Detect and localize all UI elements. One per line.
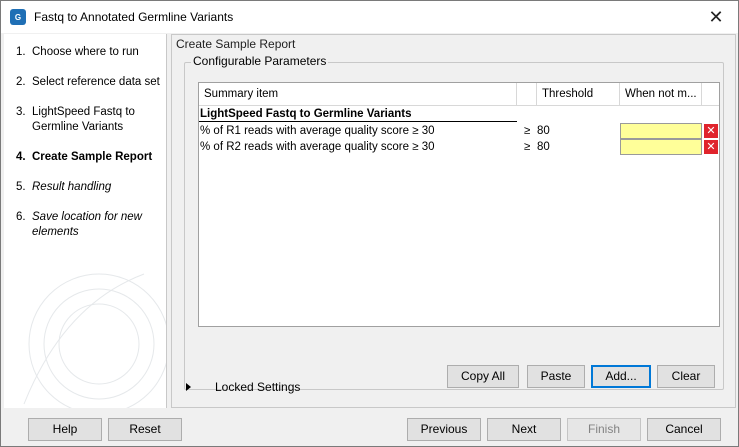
operator-cell: ≥: [524, 125, 531, 137]
operator-cell: ≥: [524, 141, 531, 153]
summary-item-cell: % of R1 reads with average quality score…: [200, 125, 435, 137]
step-lightspeed: 3. LightSpeed Fastq to Germline Variants: [16, 106, 135, 133]
when-not-met-field[interactable]: [620, 123, 702, 139]
finish-button: Finish: [567, 418, 641, 441]
previous-button[interactable]: Previous: [407, 418, 481, 441]
delete-row-icon[interactable]: ✕: [704, 140, 718, 154]
table-header: Summary item Threshold When not m...: [199, 83, 719, 106]
clear-button[interactable]: Clear: [657, 365, 715, 388]
dialog-window: G Fastq to Annotated Germline Variants ✕…: [0, 0, 739, 447]
column-header-threshold[interactable]: Threshold: [537, 83, 620, 106]
summary-items-table: Summary item Threshold When not m... Lig…: [198, 82, 720, 327]
table-row[interactable]: % of R2 reads with average quality score…: [199, 139, 719, 155]
summary-item-cell: % of R2 reads with average quality score…: [200, 141, 435, 153]
next-button[interactable]: Next: [487, 418, 561, 441]
step-choose-where-to-run: 1. Choose where to run: [16, 46, 139, 58]
app-icon: G: [10, 9, 26, 25]
step-result-handling: 5. Result handling: [16, 181, 112, 193]
help-button[interactable]: Help: [28, 418, 102, 441]
cancel-button[interactable]: Cancel: [647, 418, 721, 441]
delete-row-icon[interactable]: ✕: [704, 124, 718, 138]
step-save-location: 6. Save location for new elements: [16, 211, 142, 238]
paste-button[interactable]: Paste: [527, 365, 585, 388]
when-not-met-field[interactable]: [620, 139, 702, 155]
title-bar: G Fastq to Annotated Germline Variants ✕: [1, 1, 738, 33]
column-header-when-not-met[interactable]: When not m...: [620, 83, 702, 106]
table-group-label: LightSpeed Fastq to Germline Variants: [199, 106, 517, 122]
group-title: Configurable Parameters: [191, 54, 329, 68]
expand-triangle-icon[interactable]: [186, 383, 191, 391]
column-header-summary-item[interactable]: Summary item: [199, 83, 517, 106]
add-button[interactable]: Add...: [591, 365, 651, 388]
column-header-operator[interactable]: [517, 83, 537, 106]
copy-all-button[interactable]: Copy All: [447, 365, 519, 388]
locked-settings-label: Locked Settings: [215, 380, 301, 394]
window-title: Fastq to Annotated Germline Variants: [34, 10, 234, 24]
step-create-sample-report: 4. Create Sample Report: [16, 151, 153, 163]
close-icon[interactable]: ✕: [694, 1, 738, 33]
binary-watermark-graphic: [23, 273, 166, 408]
reset-button[interactable]: Reset: [108, 418, 182, 441]
table-row[interactable]: % of R1 reads with average quality score…: [199, 123, 719, 139]
locked-settings-toggle[interactable]: Locked Settings: [186, 380, 300, 394]
dialog-footer: Help Reset Previous Next Finish Cancel: [1, 409, 738, 446]
threshold-cell[interactable]: 80: [537, 123, 550, 139]
threshold-cell[interactable]: 80: [537, 139, 550, 155]
section-title: Create Sample Report: [176, 37, 296, 51]
configurable-parameters-group: Configurable Parameters Summary item Thr…: [184, 54, 724, 390]
step-select-reference-data: 2. Select reference data set: [16, 76, 160, 88]
main-panel: Create Sample Report Configurable Parame…: [171, 34, 736, 408]
wizard-steps-panel: 1. Choose where to run 2. Select referen…: [4, 34, 167, 408]
